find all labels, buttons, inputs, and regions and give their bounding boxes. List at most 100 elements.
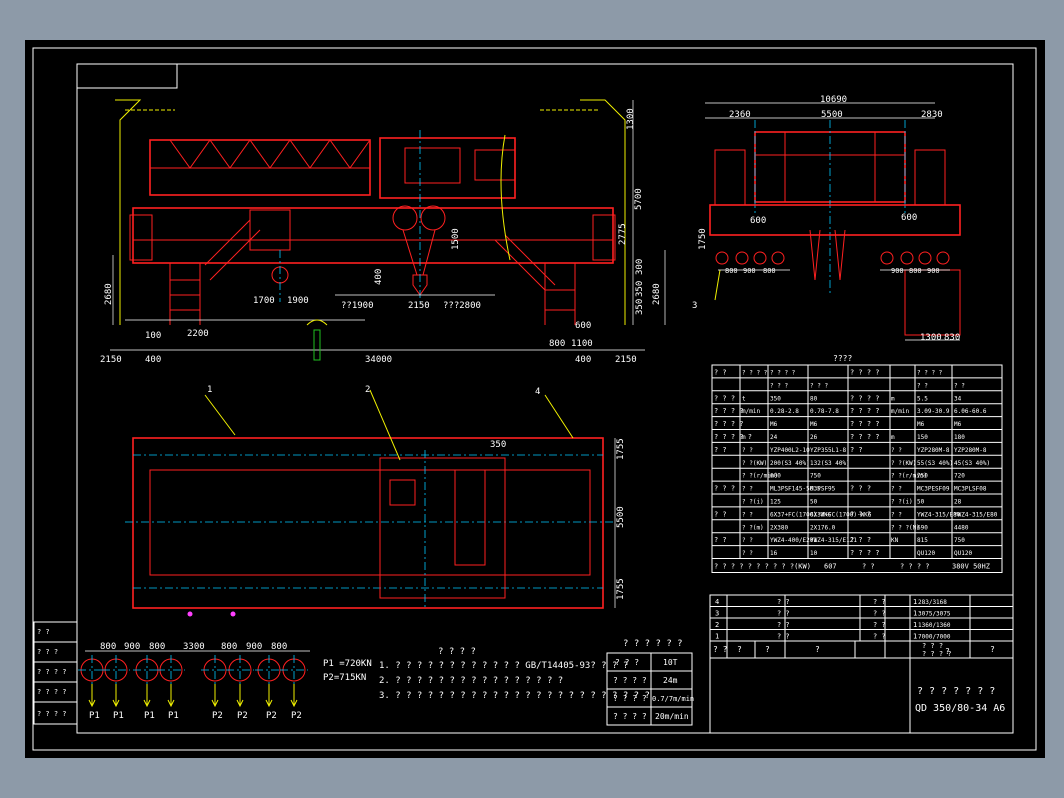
- small-table-r2-value: 24m: [663, 676, 678, 685]
- revision-block: ? ? ? ? ? ? ? ? ? ? ? ? ? ? ? ? ?: [33, 621, 78, 725]
- wheel-label-4: P1: [168, 711, 179, 721]
- spec-right-v1: YZP280M-8: [917, 447, 950, 454]
- drawing-sheet: 1300 5700 2775 300 2680 350 350 2680 170…: [25, 40, 1045, 758]
- left-stair: [169, 263, 201, 325]
- small-table-r1-value: 10T: [663, 658, 678, 667]
- parts-note: 283/3168: [918, 599, 947, 606]
- spec-right-v1: 750: [917, 473, 928, 480]
- spec-right-v2: M6: [954, 421, 962, 428]
- side-dim-900a: 900: [743, 267, 756, 275]
- wheel: [735, 251, 749, 265]
- spec-right-v1: 150: [917, 434, 928, 441]
- parts-name: ? ?: [777, 633, 790, 641]
- wheel-label-1: P1: [89, 711, 100, 721]
- parts-name: ? ?: [777, 598, 790, 606]
- p1-load: P1 =720KN: [323, 659, 372, 669]
- dim-span-2150-left: 2150: [100, 355, 122, 365]
- spec-left-v2: M3PSF95: [810, 486, 836, 493]
- plan-dim-5500: 5500: [616, 506, 626, 528]
- side-wheel-group-left: [715, 251, 785, 265]
- dim-2680-right: 2680: [652, 283, 662, 305]
- spec-right-v1: M6: [917, 421, 925, 428]
- side-dim-1750: 1750: [698, 228, 708, 250]
- side-dim-830: 830: [944, 333, 960, 343]
- side-dim-right-600: 600: [901, 213, 917, 223]
- drum-left: [392, 205, 418, 231]
- revision-row-1: ? ?: [37, 628, 50, 636]
- spec-left-unit: ? ?: [742, 486, 753, 493]
- spec-right-v2: YWZ4-315/E80: [954, 511, 998, 518]
- dim-2680-left: 2680: [104, 283, 114, 305]
- revision-row-3: ? ? ? ?: [37, 668, 67, 676]
- trolley-motor: [474, 149, 516, 181]
- wheel-label-5: P2: [212, 711, 223, 721]
- spec-right-v2: 4480: [954, 524, 969, 531]
- spec-left-v1: 600: [770, 473, 781, 480]
- cad-drawing: 1300 5700 2775 300 2680 350 350 2680 170…: [32, 47, 1037, 751]
- spec-right-unit: m/min: [891, 408, 909, 415]
- spec-footer-cell: 607: [824, 563, 837, 571]
- revision-row-2: ? ? ?: [37, 648, 58, 656]
- spec-left-label: ? ? ? ? ?: [714, 433, 752, 441]
- title-block: ? ? ? ? ? ? ? ? ? ? ? ? ? ? ? ? ? ? ? ? …: [709, 640, 1014, 734]
- title-header-3: ?: [765, 645, 770, 654]
- side-dim-overall: 10690: [820, 95, 847, 105]
- small-table-r1-label: ? ? ?: [615, 658, 639, 667]
- spec-left-unit: ? ?(KW): [742, 460, 767, 467]
- spec-right-label: ? ? ? ?: [850, 394, 880, 402]
- wheel-load-diagram: 800 900 800 3300 800 900 800 P1 P1 P1 P1…: [78, 642, 372, 721]
- title-header-4: ?: [815, 645, 820, 654]
- plan-dim-1755b: 1755: [616, 578, 626, 600]
- parts-no: 2: [715, 621, 719, 629]
- spec-left-v1: 16: [770, 550, 778, 557]
- spec-left-v1: 200(S3 40%): [770, 460, 810, 467]
- wheel-circles: [78, 655, 308, 708]
- wheel-spacing-1: 800: [100, 642, 116, 652]
- plan-motor: [389, 479, 416, 506]
- plan-view: 1 2 4 350 1755 5500 1755: [125, 385, 626, 617]
- parts-qty: ? ?: [873, 598, 886, 606]
- spec-right-v2: 720: [954, 473, 965, 480]
- wheel-label-2: P1: [113, 711, 124, 721]
- spec-table-body: ? ?? ? ? ?? ? ? ?? ? ?? ? ?? ? ? t 350 80? …: [711, 364, 1003, 573]
- front-elevation-view: 1300 5700 2775 300 2680 350 350 2680 170…: [100, 99, 666, 365]
- spec-left-v1: M6: [770, 421, 778, 428]
- note-line-2: 2. ? ? ? ? ? ? ? ? ? ? ? ? ? ? ? ?: [379, 676, 563, 686]
- wheel: [715, 251, 729, 265]
- spec-right-v2: 28: [954, 499, 962, 506]
- plan-dim-1755a: 1755: [616, 438, 626, 460]
- spec-left-v2: 50: [810, 499, 818, 506]
- spec-left-label: ? ?: [714, 510, 727, 518]
- plan-inner-outline: [149, 469, 591, 576]
- dim-top-right-1300: 1300: [626, 108, 636, 130]
- spec-right-unit: KN: [891, 537, 899, 544]
- dim-350b: 350: [635, 299, 645, 315]
- side-hooks: [809, 229, 846, 281]
- revision-row-4: ? ? ? ?: [37, 688, 67, 696]
- dim-trolley-2150: 2150: [408, 301, 430, 311]
- dim-span-400-right: 400: [575, 355, 591, 365]
- note-line-3: 3. ? ? ? ? ? ? ? ? ? ? ? ? ? ? ? ? ? ? ?…: [379, 691, 650, 701]
- spec-right-v1: 815: [917, 537, 928, 544]
- dim-300: 300: [635, 259, 645, 275]
- notes-title: ? ? ? ?: [438, 647, 476, 657]
- wheel: [753, 251, 767, 265]
- side-elevation-view: 10690 2360 5500 2830 600 600 1750 800 90…: [692, 95, 961, 343]
- spec-right-v2: ? ?: [954, 382, 965, 389]
- plan-callout-4: 4: [535, 387, 540, 397]
- spec-left-unit: ? ? ? ?: [742, 370, 768, 377]
- spec-left-label: ? ?: [714, 369, 727, 377]
- trolley-frame: [379, 137, 516, 199]
- wheel-spacing-2: 900: [124, 642, 140, 652]
- main-girder: [132, 207, 614, 264]
- spec-right-label: ? ? ?: [850, 510, 871, 518]
- spec-right-label: ? ? ?: [850, 536, 871, 544]
- parts-mat: 1: [913, 598, 917, 606]
- spec-left-v1: 2X380: [770, 524, 788, 531]
- right-stair: [544, 263, 576, 325]
- title-header-2: ?: [737, 645, 742, 654]
- side-left-motor: [714, 149, 746, 206]
- spec-left-v1: 0.28-2.8: [770, 408, 799, 415]
- title-small-header: ? ? ? ?: [922, 650, 952, 658]
- parts-note: 3075/3075: [918, 611, 951, 618]
